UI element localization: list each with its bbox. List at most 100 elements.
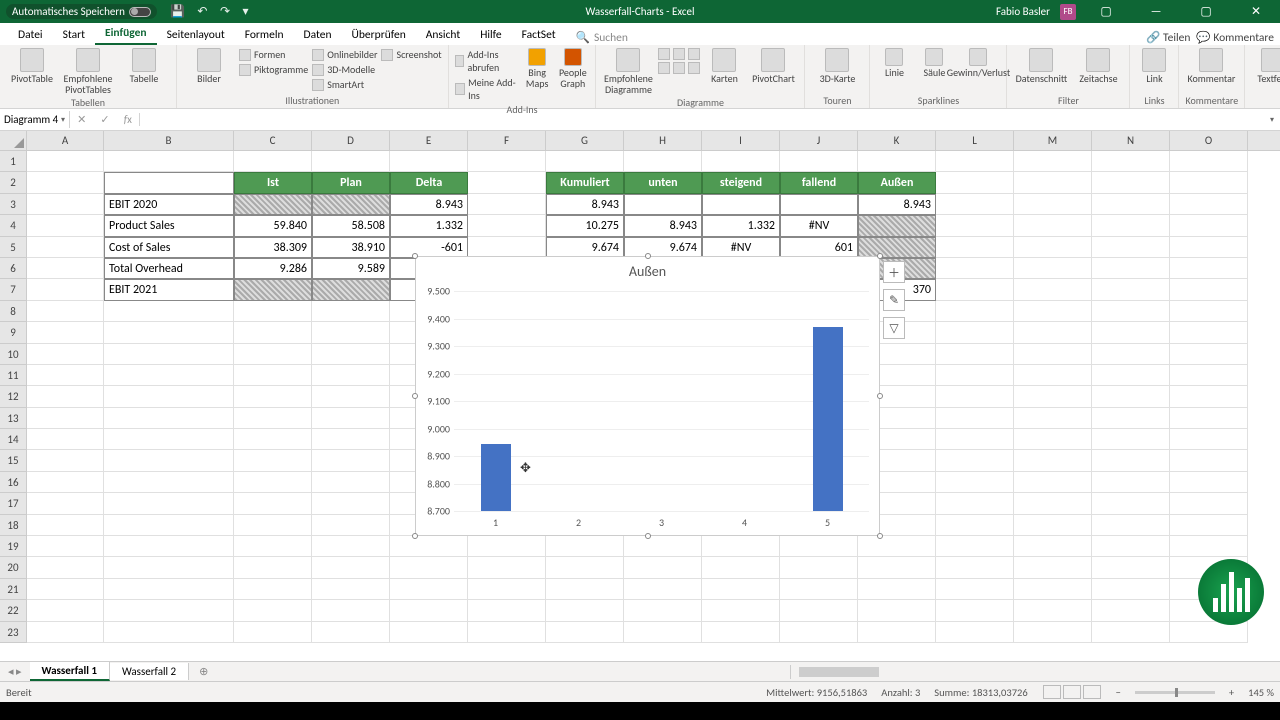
cell[interactable]: 59.840 xyxy=(234,215,312,236)
cell[interactable] xyxy=(546,151,624,172)
cell[interactable] xyxy=(1092,365,1170,386)
sparkline-winloss-button[interactable]: Gewinn/Verlust xyxy=(956,48,1000,79)
cell[interactable] xyxy=(936,172,1014,193)
cell[interactable]: 9.286 xyxy=(234,258,312,279)
cell[interactable] xyxy=(27,279,104,300)
cell[interactable] xyxy=(312,600,390,621)
cell[interactable] xyxy=(234,322,312,343)
cell[interactable] xyxy=(780,579,858,600)
cell[interactable] xyxy=(312,365,390,386)
cell[interactable] xyxy=(1170,622,1248,643)
cell[interactable] xyxy=(1014,579,1092,600)
cancel-fx-icon[interactable]: ✕ xyxy=(77,113,86,126)
row-header[interactable]: 13 xyxy=(0,408,27,429)
cell[interactable] xyxy=(702,622,780,643)
fx-icon[interactable]: fx xyxy=(124,113,132,126)
cell[interactable] xyxy=(1014,622,1092,643)
cell[interactable] xyxy=(780,536,858,557)
cell[interactable] xyxy=(1170,237,1248,258)
cell[interactable] xyxy=(1092,515,1170,536)
cell[interactable] xyxy=(468,237,546,258)
cell[interactable] xyxy=(1170,536,1248,557)
row-header[interactable]: 17 xyxy=(0,493,27,514)
cell[interactable] xyxy=(390,600,468,621)
add-sheet-button[interactable]: ⊕ xyxy=(189,665,218,678)
cell[interactable]: 1.332 xyxy=(702,215,780,236)
cell[interactable]: 601 xyxy=(780,237,858,258)
cell[interactable] xyxy=(234,408,312,429)
cell[interactable] xyxy=(702,600,780,621)
tab-seitenlayout[interactable]: Seitenlayout xyxy=(157,25,235,45)
cell[interactable] xyxy=(312,515,390,536)
cell[interactable] xyxy=(27,557,104,578)
cell[interactable] xyxy=(780,622,858,643)
icons-button[interactable]: Piktogramme xyxy=(239,63,308,76)
cell[interactable] xyxy=(1092,215,1170,236)
view-page-break-button[interactable] xyxy=(1083,685,1101,699)
tab-einfuegen[interactable]: Einfügen xyxy=(95,23,157,45)
cell[interactable] xyxy=(104,579,234,600)
cell[interactable] xyxy=(312,536,390,557)
row-header[interactable]: 5 xyxy=(0,237,27,258)
cell[interactable] xyxy=(27,172,104,193)
cell[interactable] xyxy=(936,322,1014,343)
qat-customize-icon[interactable]: ▾ xyxy=(243,5,249,19)
row-header[interactable]: 16 xyxy=(0,472,27,493)
cell[interactable]: -601 xyxy=(390,237,468,258)
cell[interactable] xyxy=(1170,172,1248,193)
textbox-button[interactable]: Textfeld xyxy=(1251,48,1280,85)
cell[interactable] xyxy=(27,365,104,386)
cell[interactable] xyxy=(27,408,104,429)
cell[interactable] xyxy=(702,557,780,578)
cell[interactable] xyxy=(27,237,104,258)
get-addins-button[interactable]: Add-Ins abrufen xyxy=(455,48,518,74)
cell[interactable] xyxy=(27,579,104,600)
timeline-button[interactable]: Zeitachse xyxy=(1073,48,1123,85)
cell[interactable] xyxy=(104,172,234,193)
col-header[interactable]: E xyxy=(390,131,468,150)
cell[interactable] xyxy=(27,472,104,493)
col-header[interactable]: K xyxy=(858,131,936,150)
cell[interactable] xyxy=(936,237,1014,258)
cell[interactable] xyxy=(858,600,936,621)
cell[interactable] xyxy=(27,344,104,365)
cell[interactable] xyxy=(936,557,1014,578)
cell[interactable] xyxy=(390,622,468,643)
cell[interactable] xyxy=(1014,237,1092,258)
cell[interactable] xyxy=(390,557,468,578)
cell[interactable] xyxy=(390,151,468,172)
cell[interactable] xyxy=(858,215,936,236)
cell[interactable] xyxy=(1092,408,1170,429)
cell[interactable] xyxy=(234,194,312,215)
cell[interactable] xyxy=(312,279,390,300)
col-header[interactable]: B xyxy=(104,131,234,150)
name-box[interactable]: Diagramm 4▾ xyxy=(0,111,70,128)
cell[interactable] xyxy=(234,493,312,514)
cell[interactable] xyxy=(27,515,104,536)
formula-input[interactable] xyxy=(140,118,1264,122)
cell[interactable] xyxy=(1092,536,1170,557)
cell[interactable] xyxy=(390,579,468,600)
table-button[interactable]: Tabelle xyxy=(118,48,170,85)
user-name[interactable]: Fabio Basler xyxy=(996,5,1050,18)
cell[interactable] xyxy=(312,450,390,471)
cell[interactable] xyxy=(858,579,936,600)
comment-button[interactable]: Kommentar xyxy=(1185,48,1237,85)
row-header[interactable]: 8 xyxy=(0,301,27,322)
cell[interactable]: 38.309 xyxy=(234,237,312,258)
maps-button[interactable]: Karten xyxy=(704,48,744,85)
view-normal-button[interactable] xyxy=(1043,685,1061,699)
row-header[interactable]: 1 xyxy=(0,151,27,172)
row-header[interactable]: 3 xyxy=(0,194,27,215)
cell[interactable] xyxy=(1170,365,1248,386)
zoom-slider[interactable] xyxy=(1135,691,1215,694)
cell[interactable] xyxy=(936,472,1014,493)
redo-icon[interactable]: ↷ xyxy=(220,5,230,19)
cell[interactable] xyxy=(1092,194,1170,215)
cell[interactable] xyxy=(1014,344,1092,365)
cell[interactable] xyxy=(27,258,104,279)
cell[interactable] xyxy=(1092,172,1170,193)
cell[interactable] xyxy=(234,579,312,600)
col-header[interactable]: N xyxy=(1092,131,1170,150)
cell[interactable]: 8.943 xyxy=(390,194,468,215)
